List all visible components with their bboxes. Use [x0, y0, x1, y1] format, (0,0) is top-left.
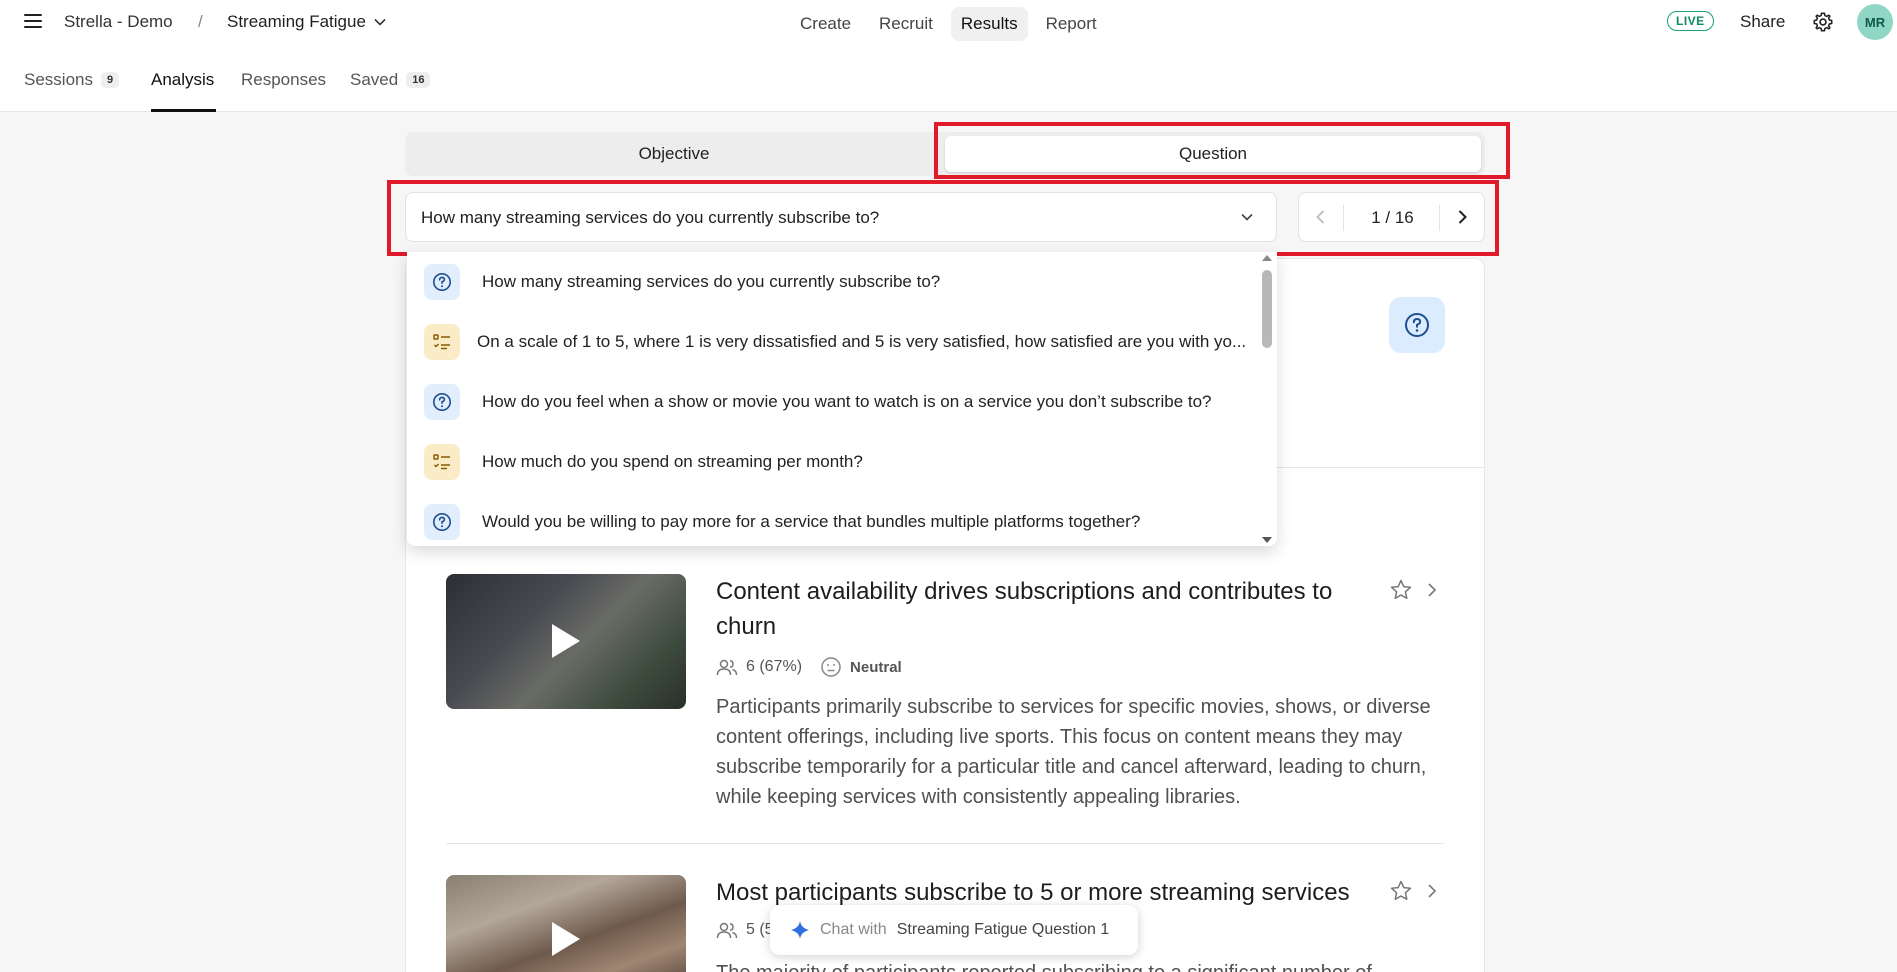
nav-recruit[interactable]: Recruit	[869, 7, 943, 41]
objective-toggle-button[interactable]: Objective	[409, 136, 939, 172]
question-circle-icon	[424, 264, 460, 300]
neutral-face-icon	[821, 657, 841, 677]
list-icon	[424, 444, 460, 480]
question-type-badge	[1389, 297, 1445, 353]
chevron-down-icon	[374, 18, 386, 26]
dropdown-option-text: On a scale of 1 to 5, where 1 is very di…	[477, 332, 1247, 351]
dropdown-option[interactable]: How do you feel when a show or movie you…	[407, 372, 1262, 432]
tab-sessions-label: Sessions	[24, 70, 93, 89]
live-status-badge: LIVE	[1667, 11, 1714, 31]
tab-saved-label: Saved	[350, 70, 399, 89]
question-dropdown-menu: How many streaming services do you curre…	[407, 252, 1277, 546]
dropdown-option[interactable]: How many streaming services do you curre…	[407, 252, 1262, 312]
play-icon	[552, 922, 580, 956]
participant-count: 6 (67%)	[746, 658, 803, 675]
list-icon	[424, 324, 460, 360]
share-button[interactable]: Share	[1740, 12, 1785, 32]
chevron-right-icon[interactable]	[1424, 580, 1440, 600]
question-circle-icon	[424, 504, 460, 540]
breadcrumb-separator: /	[198, 12, 203, 31]
chevron-right-icon[interactable]	[1424, 881, 1440, 901]
participants-icon	[716, 922, 738, 939]
chat-with-question-button[interactable]: Chat with Streaming Fatigue Question 1	[770, 905, 1138, 955]
nav-report[interactable]: Report	[1036, 7, 1107, 41]
highlight-box-question-select	[387, 180, 1499, 256]
gear-icon[interactable]	[1812, 11, 1834, 33]
highlight-box-question-toggle	[934, 122, 1510, 179]
avatar[interactable]: MR	[1857, 4, 1893, 40]
sub-tabs-bar: Sessions 9 Analysis Responses Saved 16	[0, 44, 1897, 112]
saved-count-badge: 16	[406, 72, 431, 88]
question-circle-icon	[424, 384, 460, 420]
participants-icon	[716, 659, 738, 676]
study-name: Streaming Fatigue	[227, 12, 366, 31]
tab-analysis[interactable]: Analysis	[151, 70, 214, 90]
video-thumbnail[interactable]	[446, 875, 686, 972]
nav-results[interactable]: Results	[950, 7, 1028, 41]
dropdown-option[interactable]: On a scale of 1 to 5, where 1 is very di…	[407, 312, 1262, 372]
tab-saved[interactable]: Saved 16	[350, 70, 431, 90]
dropdown-scrollbar-thumb[interactable]	[1262, 270, 1272, 348]
tab-responses[interactable]: Responses	[241, 70, 326, 90]
star-icon[interactable]	[1389, 578, 1413, 602]
top-bar: Strella - Demo / Streaming Fatigue Creat…	[0, 0, 1897, 44]
dropdown-option-text: How much do you spend on streaming per m…	[482, 452, 863, 471]
insight-meta: 5 (5	[716, 921, 774, 939]
insight-divider	[446, 843, 1444, 844]
sentiment-label: Neutral	[850, 658, 902, 676]
star-icon[interactable]	[1389, 879, 1413, 903]
chat-prefix: Chat with	[820, 921, 887, 938]
dropdown-option[interactable]: Would you be willing to pay more for a s…	[407, 492, 1262, 546]
main-nav: Create Recruit Results Report	[790, 7, 1107, 41]
hamburger-menu-icon[interactable]	[24, 14, 42, 28]
tab-sessions[interactable]: Sessions 9	[24, 70, 120, 90]
dropdown-option-text: How many streaming services do you curre…	[482, 272, 941, 291]
video-thumbnail[interactable]	[446, 574, 686, 709]
dropdown-option-text: How do you feel when a show or movie you…	[482, 392, 1212, 411]
sessions-count-badge: 9	[100, 72, 120, 88]
insight-body: Participants primarily subscribe to serv…	[716, 696, 1431, 808]
study-selector[interactable]: Streaming Fatigue	[227, 12, 386, 32]
sparkle-icon	[791, 921, 809, 939]
insight-body: The majority of participants reported su…	[716, 958, 1446, 972]
nav-create[interactable]: Create	[790, 7, 861, 41]
active-tab-indicator	[151, 109, 216, 112]
question-circle-icon	[1405, 313, 1429, 337]
insight-title[interactable]: Content availability drives subscription…	[716, 574, 1376, 644]
dropdown-option-text: Would you be willing to pay more for a s…	[482, 512, 1141, 531]
chat-target: Streaming Fatigue Question 1	[896, 921, 1110, 938]
play-icon	[552, 624, 580, 658]
dropdown-option[interactable]: How much do you spend on streaming per m…	[407, 432, 1262, 492]
breadcrumb-project[interactable]: Strella - Demo	[64, 12, 173, 32]
insight-meta: 6 (67%) Neutral	[716, 656, 902, 678]
